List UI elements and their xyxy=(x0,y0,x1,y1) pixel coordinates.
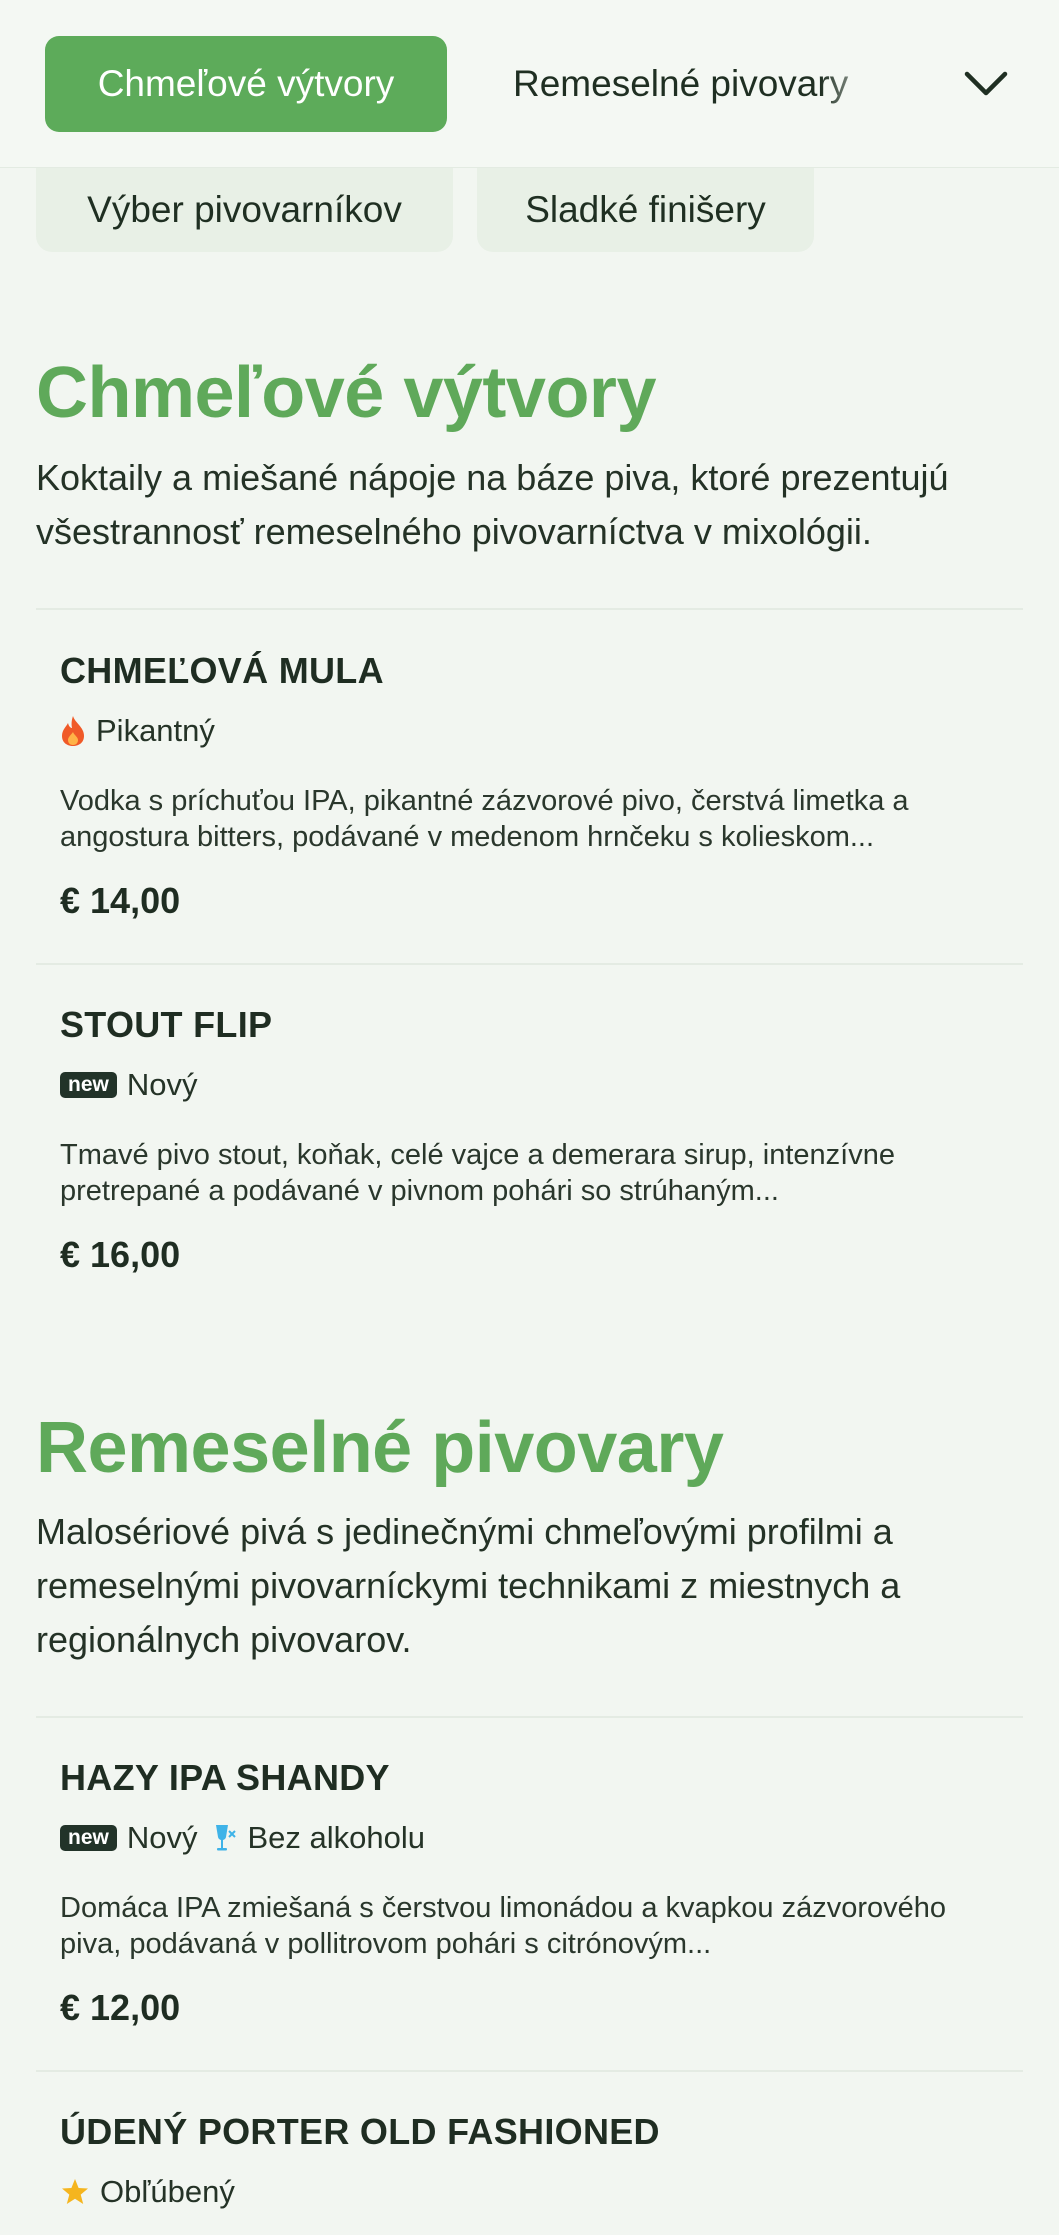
tab-sladke-finisery[interactable]: Sladké finišery xyxy=(477,168,814,252)
tag-label: Pikantný xyxy=(96,713,215,748)
section-description: Koktaily a miešané nápoje na báze piva, … xyxy=(36,457,949,552)
flame-icon xyxy=(60,715,86,747)
item-tags: Pikantný xyxy=(60,711,221,751)
tag-label: Bez alkoholu xyxy=(247,1820,425,1855)
item-price: € 16,00 xyxy=(60,1234,181,1275)
divider xyxy=(36,963,1023,965)
tab-vyber-pivovarnikov[interactable]: Výber pivovarníkov xyxy=(36,168,453,252)
category-nav-bar: Chmeľové výtvory Remeselné pivovary xyxy=(0,0,1059,168)
divider xyxy=(36,608,1023,610)
section-description: Malosériové pivá s jedinečnými chmeľovým… xyxy=(36,1511,901,1660)
item-name: HAZY IPA SHANDY xyxy=(60,1757,390,1798)
tag-label: Nový xyxy=(126,1067,198,1102)
item-price: € 14,00 xyxy=(60,880,181,921)
chevron-down-icon[interactable] xyxy=(960,60,1012,108)
new-badge-icon: new xyxy=(60,1825,117,1851)
item-price: € 12,00 xyxy=(60,1987,181,2028)
item-name: STOUT FLIP xyxy=(60,1004,273,1045)
item-description: Tmavé pivo stout, koňak, celé vajce a de… xyxy=(60,1139,895,1207)
new-badge-icon: new xyxy=(60,1072,117,1098)
divider xyxy=(36,2070,1023,2072)
item-tags: new Nový xyxy=(60,1065,203,1105)
section-title: Remeselné pivovary xyxy=(36,1408,724,1488)
tag-label: Nový xyxy=(126,1820,198,1855)
tag-label: Obľúbený xyxy=(100,2174,235,2209)
item-description: Vodka s príchuťou IPA, pikantné zázvorov… xyxy=(60,785,909,853)
no-alcohol-glass-icon xyxy=(213,1823,237,1853)
divider xyxy=(36,1716,1023,1718)
tab-fade-overlay xyxy=(820,40,890,130)
item-name: CHMEĽOVÁ MULA xyxy=(60,650,384,691)
star-icon xyxy=(60,2177,90,2207)
tab-chmelove-vytvory[interactable]: Chmeľové výtvory xyxy=(45,36,447,132)
tab-remeselne-pivovary[interactable]: Remeselné pivovary xyxy=(513,36,873,132)
item-tags: Obľúbený xyxy=(60,2172,241,2212)
item-name: ÚDENÝ PORTER OLD FASHIONED xyxy=(60,2111,660,2152)
section-title: Chmeľové výtvory xyxy=(36,353,657,433)
item-tags: new Nový Bez alkoholu xyxy=(60,1818,431,1858)
item-description: Domáca IPA zmiešaná s čerstvou limonádou… xyxy=(60,1892,947,1960)
